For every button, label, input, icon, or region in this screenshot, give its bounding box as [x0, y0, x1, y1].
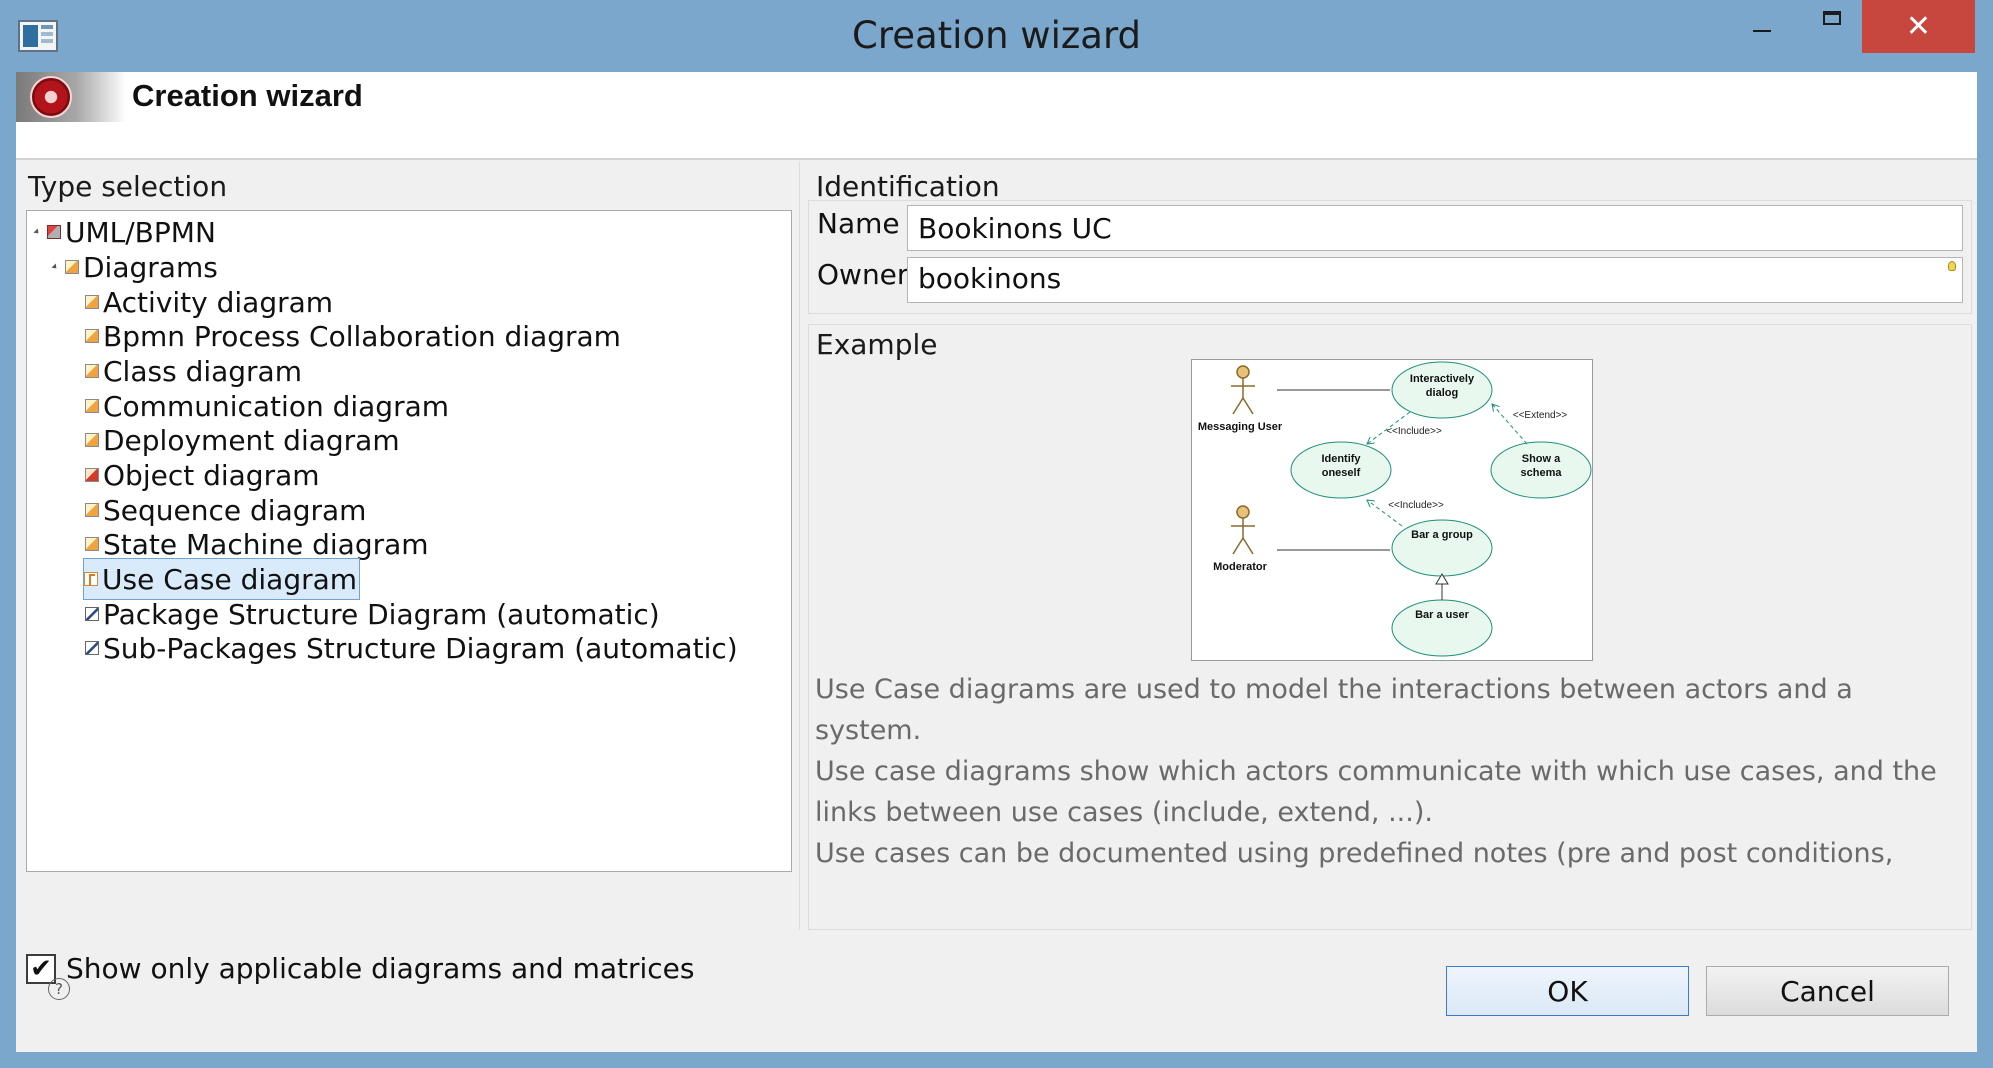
close-button[interactable]: ✕	[1862, 0, 1975, 53]
object-diagram-icon	[85, 468, 99, 482]
auto-diagram-icon	[85, 641, 99, 655]
communication-diagram-icon	[85, 399, 99, 413]
description-line: Use cases can be documented using predef…	[815, 838, 1894, 869]
expand-icon[interactable]	[51, 263, 59, 271]
tree-item-label: Activity diagram	[103, 285, 334, 319]
svg-text:Bar a user: Bar a user	[1415, 609, 1470, 621]
tree-item-label: Use Case diagram	[102, 562, 358, 596]
tree-node-label: Diagrams	[83, 250, 218, 284]
tree-item-label: Bpmn Process Collaboration diagram	[103, 319, 621, 353]
tree-item-label: State Machine diagram	[103, 527, 429, 561]
actor-moderator	[1231, 505, 1255, 555]
actor-label: Messaging User	[1198, 421, 1283, 433]
check-icon: ✔	[30, 953, 52, 984]
tree-item-label: Sequence diagram	[103, 493, 367, 527]
diagrams-folder-icon	[65, 260, 79, 274]
sequence-diagram-icon	[85, 503, 99, 517]
identification-label: Identification	[816, 170, 1000, 203]
auto-diagram-icon	[85, 607, 99, 621]
window-title: Creation wizard	[852, 14, 1141, 57]
maximize-icon	[1823, 11, 1841, 25]
show-only-applicable-checkbox[interactable]: ✔	[26, 953, 56, 984]
uml-bpmn-icon	[47, 225, 61, 239]
use-case-example-svg: Messaging User Moderator Interactively d…	[1198, 361, 1592, 657]
svg-text:Identify: Identify	[1321, 453, 1361, 465]
lightbulb-icon[interactable]	[1948, 261, 1956, 271]
tree-item-label: Object diagram	[103, 458, 320, 492]
class-diagram-icon	[85, 364, 99, 378]
actor-messaging-user	[1231, 365, 1255, 415]
svg-text:Show a: Show a	[1522, 453, 1561, 465]
minimize-button[interactable]	[1736, 0, 1788, 54]
name-label: Name	[817, 207, 900, 240]
owner-field[interactable]: bookinons	[907, 257, 1963, 303]
wizard-title: Creation wizard	[132, 78, 363, 113]
tree-item-label: Sub-Packages Structure Diagram (automati…	[103, 631, 738, 665]
svg-text:<<Extend>>: <<Extend>>	[1513, 410, 1568, 421]
type-selection-label: Type selection	[28, 170, 228, 203]
owner-label: Owner	[817, 258, 909, 291]
owner-value: bookinons	[918, 262, 1062, 295]
svg-text:Interactively: Interactively	[1410, 373, 1475, 385]
activity-diagram-icon	[85, 295, 99, 309]
show-only-applicable-label: Show only applicable diagrams and matric…	[66, 952, 695, 985]
svg-text:oneself: oneself	[1322, 467, 1361, 479]
description-line: Use case diagrams show which actors comm…	[815, 756, 1937, 828]
bpmn-diagram-icon	[85, 329, 99, 343]
details-panel: Identification Name Owner bookinons Exam…	[808, 162, 1972, 930]
close-icon: ✕	[1905, 9, 1932, 44]
type-selection-panel: Type selection UML/BPMN Diagrams Activit…	[16, 162, 800, 985]
svg-text:<<Include>>: <<Include>>	[1386, 426, 1442, 437]
identification-group: Name Owner bookinons	[808, 200, 1972, 314]
title-bar: Creation wizard ✕	[0, 0, 1993, 72]
actor-label: Moderator	[1213, 561, 1268, 573]
minimize-icon	[1753, 30, 1771, 32]
tree-item-label: Deployment diagram	[103, 423, 400, 457]
name-input[interactable]	[907, 205, 1963, 251]
svg-text:schema: schema	[1521, 467, 1563, 479]
cancel-button[interactable]: Cancel	[1706, 966, 1949, 1016]
type-tree[interactable]: UML/BPMN Diagrams Activity diagram Bpmn …	[26, 210, 792, 872]
svg-text:Bar a group: Bar a group	[1411, 529, 1473, 541]
maximize-button[interactable]	[1806, 0, 1858, 54]
state-machine-diagram-icon	[85, 537, 99, 551]
tree-item-label: Communication diagram	[103, 389, 450, 423]
use-case-diagram-icon	[84, 572, 98, 586]
dialog-body: Creation wizard Type selection UML/BPMN …	[16, 72, 1977, 1052]
help-icon[interactable]: ?	[48, 978, 70, 1000]
deployment-diagram-icon	[85, 433, 99, 447]
tree-item-label: Package Structure Diagram (automatic)	[103, 597, 660, 631]
expand-icon[interactable]	[33, 228, 41, 236]
tree-node-label: UML/BPMN	[65, 215, 216, 249]
wizard-logo-icon	[16, 72, 126, 122]
example-description: Use Case diagrams are used to model the …	[815, 669, 1965, 877]
tree-item-label: Class diagram	[103, 354, 302, 388]
wizard-banner: Creation wizard	[16, 72, 1977, 160]
ok-button[interactable]: OK	[1446, 966, 1689, 1016]
show-only-applicable-row[interactable]: ✔ Show only applicable diagrams and matr…	[26, 952, 694, 985]
svg-text:dialog: dialog	[1426, 387, 1458, 399]
example-group: Messaging User Moderator Interactively d…	[808, 324, 1972, 930]
description-line: Use Case diagrams are used to model the …	[815, 674, 1853, 746]
example-diagram-image: Messaging User Moderator Interactively d…	[1191, 359, 1593, 661]
svg-text:<<Include>>: <<Include>>	[1388, 500, 1444, 511]
tree-item-sub-packages-structure-diagram[interactable]: Sub-Packages Structure Diagram (automati…	[85, 627, 738, 669]
